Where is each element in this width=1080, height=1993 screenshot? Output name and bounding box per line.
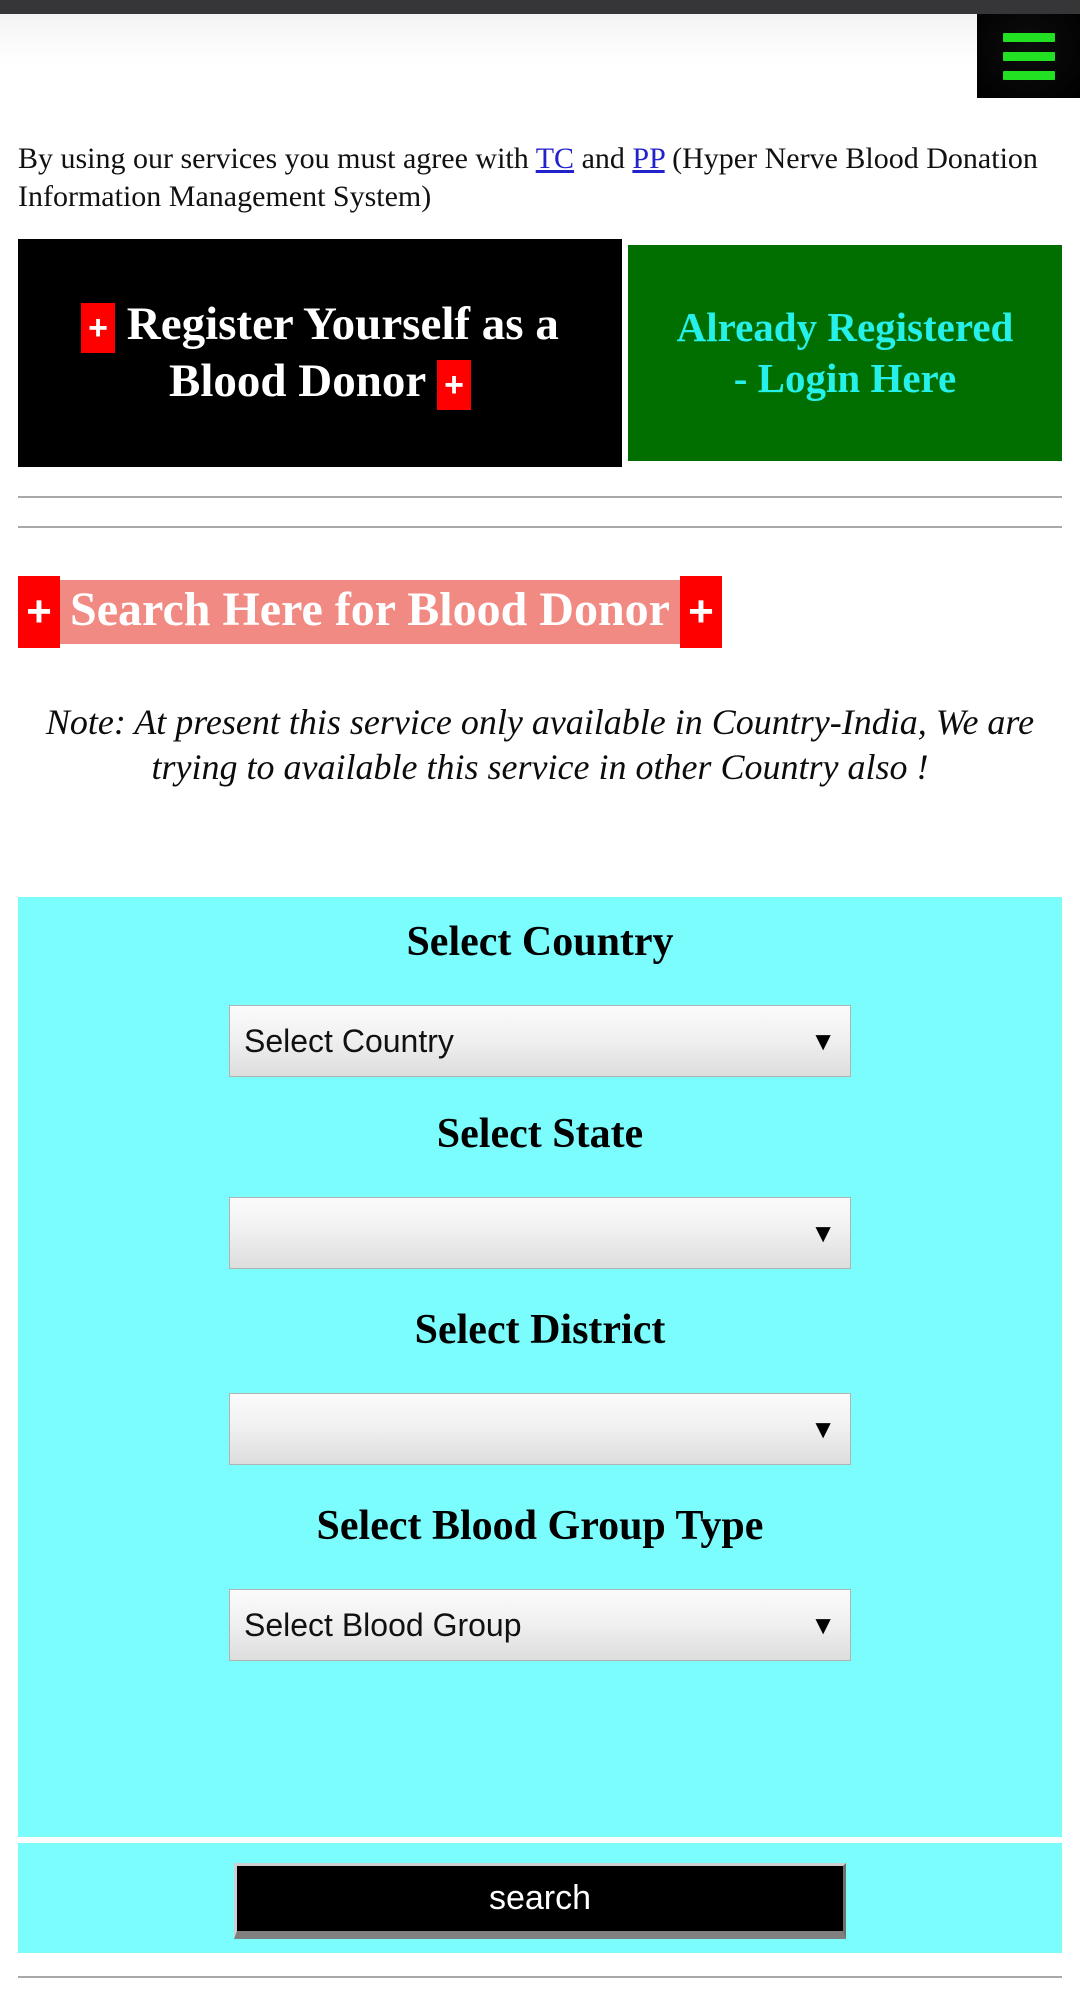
login-line-2: - Login Here	[733, 355, 957, 401]
chevron-down-icon-country: ▼	[810, 1026, 836, 1056]
plus-icon-register-right: +	[437, 360, 471, 411]
agreement-prefix: By using our services you must agree wit…	[18, 142, 536, 175]
register-donor-label: + Register Yourself as a Blood Donor +	[71, 296, 569, 411]
page-header	[0, 14, 1080, 98]
select-blood-group-dropdown[interactable]: Select Blood Group ▼	[229, 1589, 851, 1661]
terms-agreement-text: By using our services you must agree wit…	[18, 140, 1062, 216]
login-line-1: Already Registered	[676, 304, 1014, 351]
field-block-state: Select State ▼	[18, 1113, 1062, 1269]
register-donor-button[interactable]: + Register Yourself as a Blood Donor +	[18, 239, 622, 467]
select-country-value: Select Country	[244, 1022, 454, 1059]
search-donor-heading-row: + Search Here for Blood Donor +	[18, 570, 1062, 654]
plus-icon-search-left: +	[18, 576, 60, 648]
registration-banner: + Register Yourself as a Blood Donor + A…	[18, 239, 1062, 467]
divider-2	[18, 526, 1062, 530]
donor-search-form: Select Country Select Country ▼ Select S…	[18, 897, 1062, 1837]
login-label: Already Registered - Login Here	[677, 302, 1014, 404]
field-block-country: Select Country Select Country ▼	[18, 921, 1062, 1077]
hamburger-menu-button[interactable]	[977, 14, 1080, 98]
select-blood-group-value: Select Blood Group	[244, 1606, 522, 1643]
chevron-down-icon-district: ▼	[810, 1414, 836, 1444]
select-state-dropdown[interactable]: ▼	[229, 1197, 851, 1269]
divider-1	[18, 496, 1062, 500]
service-availability-note: Note: At present this service only avail…	[45, 702, 1035, 788]
chevron-down-icon-state: ▼	[810, 1218, 836, 1248]
field-block-blood-group: Select Blood Group Type Select Blood Gro…	[18, 1505, 1062, 1661]
login-button[interactable]: Already Registered - Login Here	[628, 245, 1062, 461]
terms-conditions-link[interactable]: TC	[536, 142, 574, 175]
label-select-district: Select District	[414, 1307, 666, 1353]
hamburger-menu-icon-bar-2	[1002, 51, 1055, 61]
agreement-middle: and	[574, 142, 633, 175]
divider-4	[18, 1976, 1062, 1980]
register-line-2: Blood Donor	[169, 355, 426, 407]
select-district-dropdown[interactable]: ▼	[229, 1393, 851, 1465]
field-block-district: Select District ▼	[18, 1309, 1062, 1465]
privacy-policy-link[interactable]: PP	[632, 142, 664, 175]
label-select-state: Select State	[436, 1111, 644, 1157]
label-select-blood-group: Select Blood Group Type	[316, 1503, 764, 1549]
chevron-down-icon-blood-group: ▼	[810, 1610, 836, 1640]
register-line-1: Register Yourself as a	[126, 297, 559, 350]
label-select-country: Select Country	[406, 919, 674, 965]
hamburger-menu-icon-bar-1	[1002, 32, 1055, 42]
hamburger-menu-icon-bar-3	[1002, 70, 1055, 80]
search-button-area: search	[18, 1843, 1062, 1953]
plus-icon-register-left: +	[81, 302, 116, 353]
search-button[interactable]: search	[234, 1863, 846, 1939]
status-bar	[0, 0, 1080, 14]
select-country-dropdown[interactable]: Select Country ▼	[229, 1005, 851, 1077]
plus-icon-search-right: +	[679, 576, 722, 648]
search-donor-heading: Search Here for Blood Donor	[60, 579, 680, 645]
